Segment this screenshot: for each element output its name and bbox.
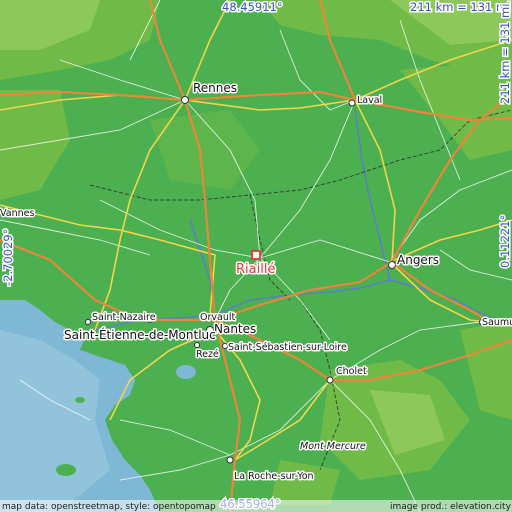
credit-left: map data: openstreetmap, style: opentopo… [2,502,216,512]
city-marker-angers [388,261,396,269]
city-label-saint-nazaire: Saint-Nazaire [92,312,156,323]
target-location-label: Riaillé [236,262,275,277]
city-label-reze: Rezé [196,349,219,360]
city-marker-laval [348,99,356,107]
target-location-marker [251,250,261,260]
city-label-cholet: Cholet [336,366,367,377]
city-marker-saint-sebastien [222,343,228,349]
city-label-angers: Angers [397,253,439,267]
city-label-orvault: Orvault [200,312,235,323]
city-label-vannes: Vannes [0,208,34,219]
lake-grandlieu [176,365,196,379]
city-label-saint-etienne: Saint-Étienne-de-Montluc [64,327,216,342]
coord-left: -2.70029° [1,229,15,286]
city-label-saint-sebastien: Saint-Sébastien-sur-Loire [228,342,347,353]
city-label-laval: Laval [357,95,382,106]
peak-label-mont-mercure: Mont Mercure [300,441,366,452]
city-marker-cholet [326,376,334,384]
scale-vertical: 211 km = 131 mi [498,4,512,104]
scale-horizontal: 211 km = 131 mi [410,0,510,14]
city-label-saumur: Saumur [482,317,512,328]
coord-top: 48.45911° [222,0,283,14]
city-label-nantes: Nantes [214,322,256,336]
city-label-rennes: Rennes [193,81,237,95]
coord-right: 0.11221° [498,215,512,268]
city-marker-rennes [181,96,189,104]
city-marker-la-roche [226,456,234,464]
city-marker-saint-nazaire [85,319,91,325]
credit-right: image prod.: elevation.city [390,502,512,512]
city-marker-reze [194,342,200,348]
elevation-map: Rennes Laval Angers Nantes Cholet Saint-… [0,0,512,512]
city-label-la-roche: La Roche-sur-Yon [234,471,314,482]
island-1 [56,464,76,476]
island-2 [75,397,85,403]
